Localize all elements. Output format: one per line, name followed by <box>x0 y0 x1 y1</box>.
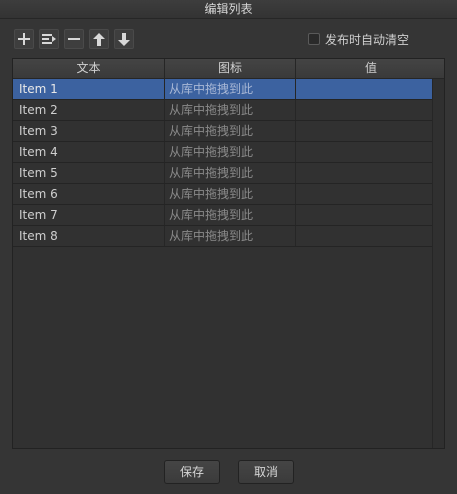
cell-text[interactable]: Item 8 <box>13 226 165 246</box>
insert-item-button[interactable] <box>39 29 59 49</box>
minus-icon <box>68 33 80 45</box>
save-button[interactable]: 保存 <box>164 460 220 484</box>
arrow-down-icon <box>118 32 130 46</box>
cell-text[interactable]: Item 2 <box>13 100 165 120</box>
table-row[interactable]: Item 8 从库中拖拽到此 <box>13 226 433 247</box>
clear-on-publish-label: 发布时自动清空 <box>325 32 410 47</box>
edit-list-dialog: 编辑列表 发布时自动清空 文本 图标 值 Item 1 从库中拖拽到此 Item… <box>0 0 457 494</box>
cell-text[interactable]: Item 4 <box>13 142 165 162</box>
column-header-icon[interactable]: 图标 <box>165 59 296 78</box>
add-item-button[interactable] <box>14 29 34 49</box>
move-down-button[interactable] <box>114 29 134 49</box>
cell-icon-drop-target[interactable]: 从库中拖拽到此 <box>165 79 296 99</box>
cell-text[interactable]: Item 7 <box>13 205 165 225</box>
table-row[interactable]: Item 3 从库中拖拽到此 <box>13 121 433 142</box>
cell-value[interactable] <box>296 100 433 120</box>
move-up-button[interactable] <box>89 29 109 49</box>
arrow-up-icon <box>93 32 105 46</box>
cell-text[interactable]: Item 6 <box>13 184 165 204</box>
cell-value[interactable] <box>296 79 433 99</box>
table-row[interactable]: Item 2 从库中拖拽到此 <box>13 100 433 121</box>
column-header-value[interactable]: 值 <box>296 59 444 78</box>
insert-icon <box>42 33 56 45</box>
window-title: 编辑列表 <box>0 0 457 19</box>
cancel-button[interactable]: 取消 <box>238 460 294 484</box>
cell-value[interactable] <box>296 142 433 162</box>
cell-icon-drop-target[interactable]: 从库中拖拽到此 <box>165 100 296 120</box>
cell-text[interactable]: Item 5 <box>13 163 165 183</box>
cell-value[interactable] <box>296 205 433 225</box>
table-row[interactable]: Item 7 从库中拖拽到此 <box>13 205 433 226</box>
table-row[interactable]: Item 6 从库中拖拽到此 <box>13 184 433 205</box>
plus-icon <box>18 33 30 45</box>
column-header-text[interactable]: 文本 <box>13 59 165 78</box>
list-toolbar <box>14 29 134 49</box>
cell-icon-drop-target[interactable]: 从库中拖拽到此 <box>165 163 296 183</box>
table-row[interactable]: Item 4 从库中拖拽到此 <box>13 142 433 163</box>
list-table: 文本 图标 值 Item 1 从库中拖拽到此 Item 2 从库中拖拽到此 It… <box>12 58 445 449</box>
cell-value[interactable] <box>296 163 433 183</box>
cell-icon-drop-target[interactable]: 从库中拖拽到此 <box>165 121 296 141</box>
cell-value[interactable] <box>296 121 433 141</box>
table-row[interactable]: Item 5 从库中拖拽到此 <box>13 163 433 184</box>
cell-icon-drop-target[interactable]: 从库中拖拽到此 <box>165 205 296 225</box>
cell-icon-drop-target[interactable]: 从库中拖拽到此 <box>165 142 296 162</box>
cell-icon-drop-target[interactable]: 从库中拖拽到此 <box>165 184 296 204</box>
cell-value[interactable] <box>296 184 433 204</box>
table-header: 文本 图标 值 <box>13 59 444 79</box>
remove-item-button[interactable] <box>64 29 84 49</box>
vertical-scrollbar[interactable] <box>432 79 444 448</box>
cell-icon-drop-target[interactable]: 从库中拖拽到此 <box>165 226 296 246</box>
cell-value[interactable] <box>296 226 433 246</box>
cell-text[interactable]: Item 1 <box>13 79 165 99</box>
table-row[interactable]: Item 1 从库中拖拽到此 <box>13 79 433 100</box>
clear-on-publish-checkbox[interactable] <box>308 33 320 45</box>
table-body: Item 1 从库中拖拽到此 Item 2 从库中拖拽到此 Item 3 从库中… <box>13 79 433 247</box>
clear-on-publish-option[interactable]: 发布时自动清空 <box>308 31 409 47</box>
cell-text[interactable]: Item 3 <box>13 121 165 141</box>
